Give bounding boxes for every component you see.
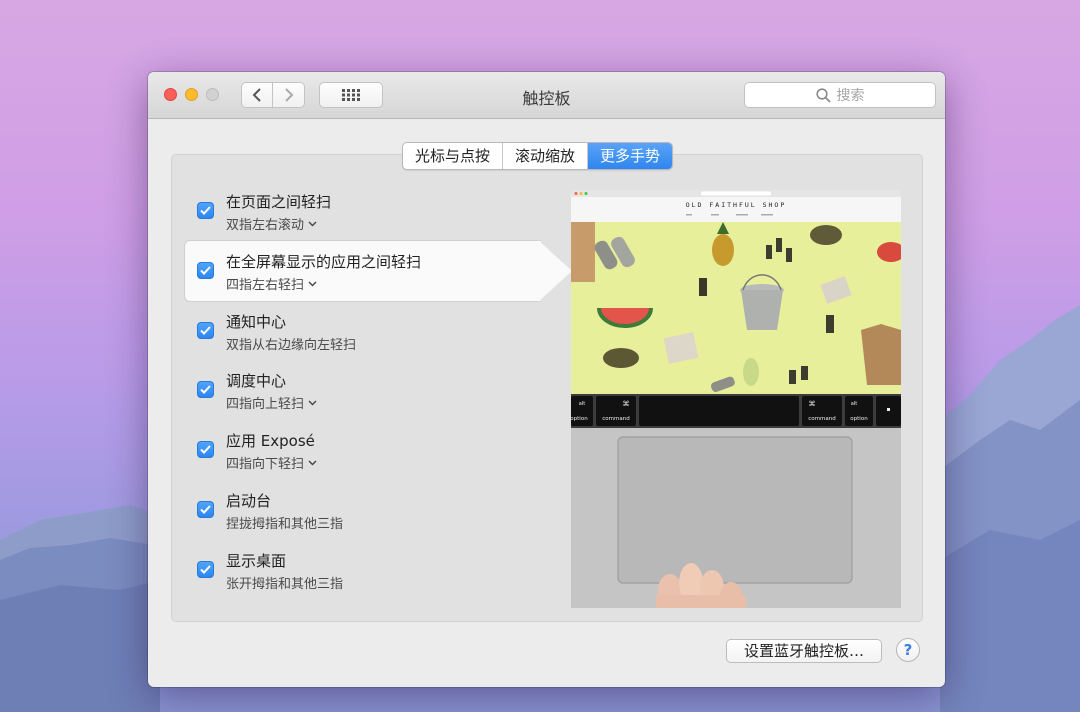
gesture-title: 调度中心 [226, 372, 287, 390]
key-symbol: alt [579, 401, 585, 407]
gesture-option-dropdown[interactable]: 四指向上轻扫 [226, 393, 317, 412]
gesture-row-swipe-between-pages[interactable]: 在页面之间轻扫 双指左右滚动 [172, 179, 544, 239]
key-symbol: ⌘ [809, 400, 816, 408]
shop-name: OLD FAITHFUL SHOP [686, 201, 787, 209]
key-symbol: ⌘ [623, 400, 630, 408]
key-label: command [808, 416, 835, 422]
gesture-option-dropdown[interactable]: 双指左右滚动 [226, 214, 317, 233]
gesture-subtitle: 双指左右滚动 [226, 218, 305, 233]
gestures-panel: 在页面之间轻扫 双指左右滚动 在全屏幕显示的应用之间轻扫 四指左右轻扫 通知中心… [171, 154, 923, 622]
checkbox-swipe-fullscreen-apps[interactable] [197, 262, 214, 279]
gesture-subtitle: 四指向上轻扫 [226, 397, 305, 412]
setup-bluetooth-trackpad-button[interactable]: 设置蓝牙触控板… [726, 639, 882, 663]
checkmark-icon [200, 505, 211, 514]
gesture-row-notification-center[interactable]: 通知中心 双指从右边缘向左轻扫 [172, 299, 544, 359]
checkmark-icon [200, 565, 211, 574]
gesture-subtitle: 张开拇指和其他三指 [226, 577, 344, 592]
chevron-down-icon [308, 281, 317, 286]
gesture-row-swipe-fullscreen-apps[interactable]: 在全屏幕显示的应用之间轻扫 四指左右轻扫 [172, 239, 544, 302]
checkbox-show-desktop[interactable] [197, 561, 214, 578]
key-label: option [571, 416, 588, 422]
chevron-down-icon [308, 460, 317, 465]
key-label: command [602, 416, 629, 422]
gesture-row-show-desktop[interactable]: 显示桌面 张开拇指和其他三指 [172, 538, 544, 598]
chevron-down-icon [308, 400, 317, 405]
gesture-row-mission-control[interactable]: 调度中心 四指向上轻扫 [172, 358, 544, 418]
search-placeholder: 搜索 [836, 88, 865, 104]
gesture-subtitle: 双指从右边缘向左轻扫 [226, 338, 357, 353]
trackpad-preferences-window: 触控板 搜索 光标与点按 滚动缩放 更多手势 在页面之间轻扫 双指左右滚动 在全… [148, 72, 945, 687]
gesture-title: 启动台 [226, 492, 272, 510]
gesture-preview-video: OLD FAITHFUL SHOP alt option ⌘ command ⌘… [571, 190, 901, 608]
tab-bar: 光标与点按 滚动缩放 更多手势 [402, 142, 674, 170]
gesture-option-dropdown[interactable]: 四指左右轻扫 [226, 274, 317, 293]
gesture-title: 显示桌面 [226, 552, 287, 570]
key-label: option [850, 416, 868, 422]
gesture-subtitle-wrap: 张开拇指和其他三指 [226, 573, 343, 592]
gesture-subtitle: 四指向下轻扫 [226, 457, 305, 472]
search-field[interactable]: 搜索 [744, 82, 936, 108]
gesture-subtitle: 捏拢拇指和其他三指 [226, 517, 344, 532]
key-symbol: alt [851, 401, 857, 407]
checkmark-icon [200, 326, 211, 335]
checkmark-icon [200, 266, 211, 275]
checkbox-swipe-between-pages[interactable] [197, 202, 214, 219]
tab-point-and-click[interactable]: 光标与点按 [403, 143, 504, 169]
checkbox-mission-control[interactable] [197, 381, 214, 398]
gesture-title: 在全屏幕显示的应用之间轻扫 [226, 253, 422, 271]
gesture-option-dropdown[interactable]: 四指向下轻扫 [226, 453, 317, 472]
gesture-subtitle-wrap: 双指从右边缘向左轻扫 [226, 334, 356, 353]
checkmark-icon [200, 385, 211, 394]
gesture-row-launchpad[interactable]: 启动台 捏拢拇指和其他三指 [172, 478, 544, 538]
preview-browser-window: OLD FAITHFUL SHOP [571, 190, 901, 394]
checkmark-icon [200, 206, 211, 215]
gesture-title: 应用 Exposé [226, 432, 315, 450]
gesture-title: 通知中心 [226, 313, 287, 331]
titlebar: 触控板 搜索 [148, 72, 945, 119]
checkbox-app-expose[interactable] [197, 441, 214, 458]
tab-more-gestures[interactable]: 更多手势 [588, 143, 673, 169]
search-icon [815, 87, 831, 103]
checkbox-launchpad[interactable] [197, 501, 214, 518]
checkmark-icon [200, 445, 211, 454]
gesture-subtitle-wrap: 捏拢拇指和其他三指 [226, 513, 343, 532]
chevron-down-icon [308, 221, 317, 226]
gesture-title: 在页面之间轻扫 [226, 193, 332, 211]
checkbox-notification-center[interactable] [197, 322, 214, 339]
help-button[interactable]: ? [896, 638, 920, 662]
trackpad-graphic [617, 436, 853, 584]
gesture-row-app-expose[interactable]: 应用 Exposé 四指向下轻扫 [172, 418, 544, 478]
gesture-subtitle: 四指左右轻扫 [226, 278, 305, 293]
tab-scroll-and-zoom[interactable]: 滚动缩放 [503, 143, 589, 169]
